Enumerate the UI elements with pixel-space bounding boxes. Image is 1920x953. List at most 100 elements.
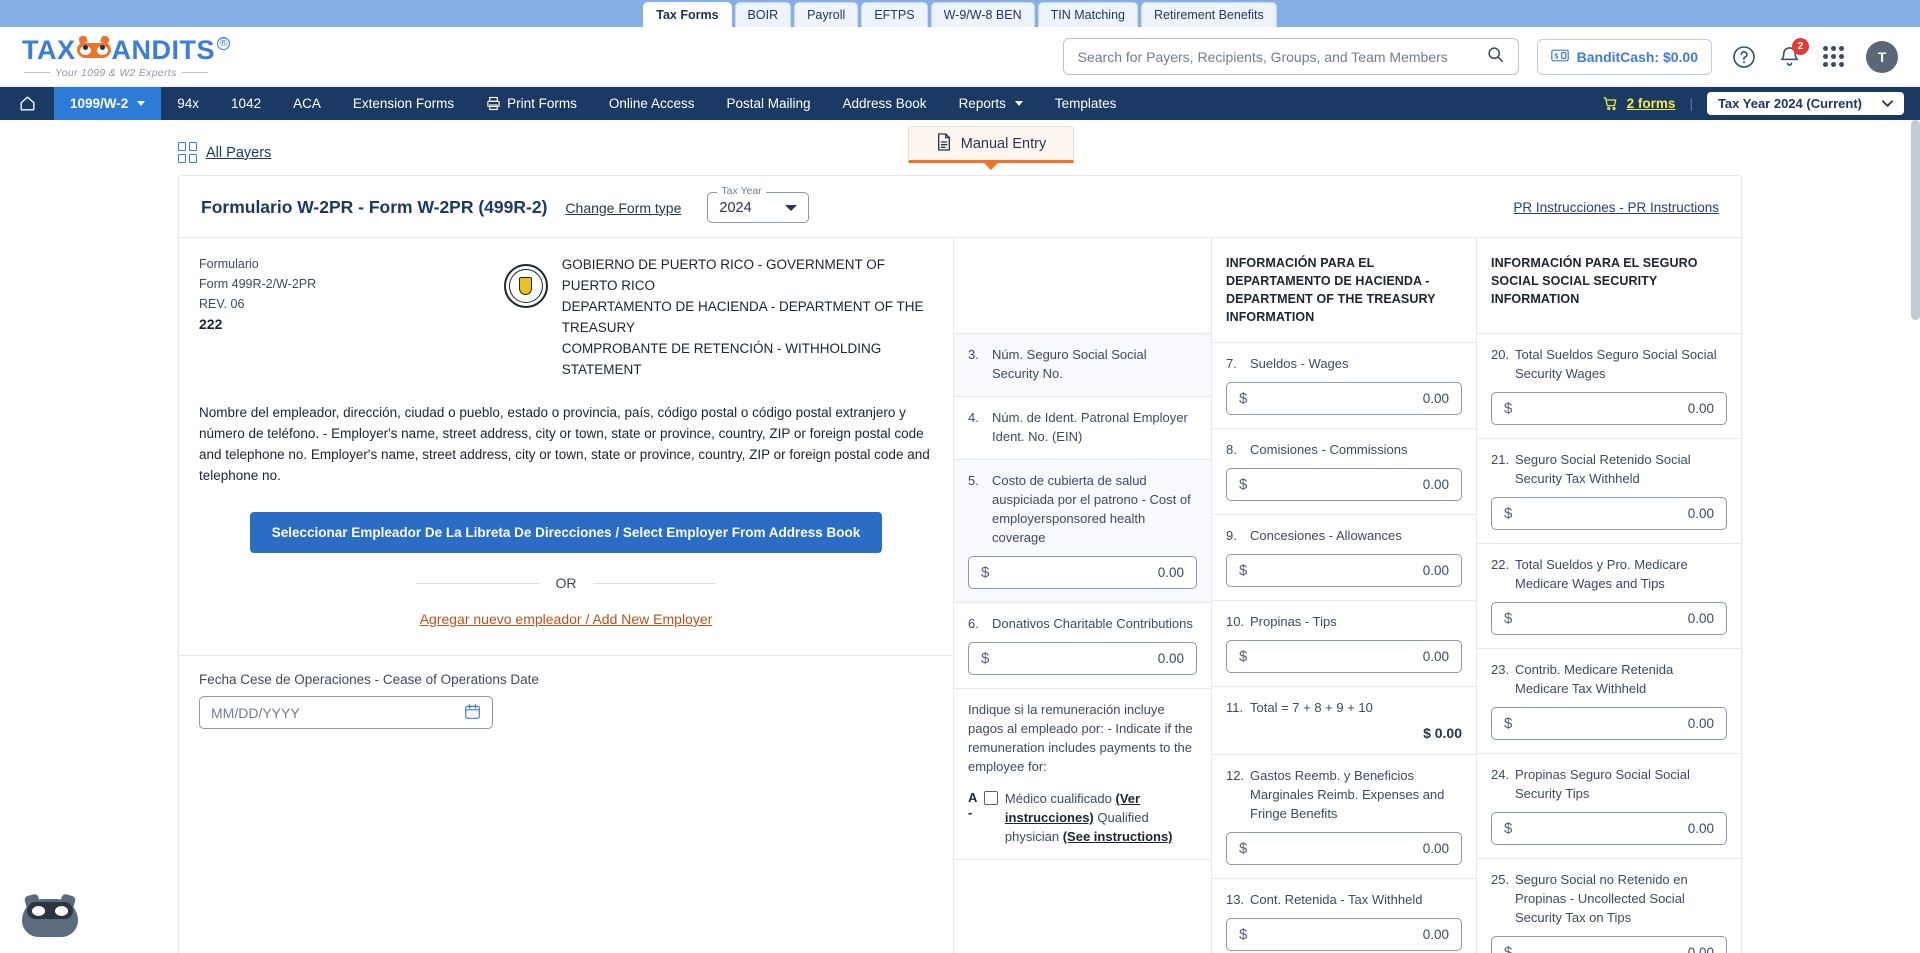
search-input[interactable] — [1077, 48, 1487, 65]
cart-icon[interactable] — [1602, 95, 1619, 112]
field-number: 11. — [1226, 700, 1244, 715]
tab-manual-entry[interactable]: Manual Entry — [908, 126, 1074, 163]
field-label: Núm. Seguro Social Social Security No. — [992, 347, 1147, 381]
product-tab-payroll[interactable]: Payroll — [794, 2, 859, 27]
money-input-21[interactable]: $0.00 — [1491, 497, 1727, 530]
field-label: Propinas - Tips — [1250, 614, 1337, 629]
banditcash-button[interactable]: $ BanditCash: $0.00 — [1536, 38, 1712, 75]
field-label-row: 23. Contrib. Medicare Retenida Medicare T… — [1491, 660, 1727, 698]
tax-year-select[interactable]: Tax Year 2024 (Current) — [1706, 92, 1904, 115]
page-scrollbar[interactable] — [1911, 120, 1920, 320]
tax-year-select-label: Tax Year 2024 (Current) — [1717, 96, 1862, 111]
select-employer-button[interactable]: Seleccionar Empleador De La Libreta De D… — [249, 512, 883, 553]
logo[interactable]: TAX ANDITS ® Your 1099 & W2 Experts — [22, 35, 230, 79]
nav-item-address-book[interactable]: Address Book — [827, 87, 943, 120]
field-cell-8: 8. Comisiones - Commissions $0.00 — [1212, 429, 1476, 515]
dollar-sign-icon: $ — [1504, 400, 1513, 417]
field-label-row: 12. Gastos Reemb. y Beneficios Marginales… — [1226, 766, 1462, 823]
field-number: 20. — [1491, 347, 1510, 362]
nav-item-94x[interactable]: 94x — [161, 87, 215, 120]
money-input-9[interactable]: $0.00 — [1226, 554, 1462, 587]
field-label: Contrib. Medicare Retenida Medicare Tax … — [1515, 662, 1674, 696]
money-input-8[interactable]: $0.00 — [1226, 468, 1462, 501]
field-cell-7: 7. Sueldos - Wages $0.00 — [1212, 343, 1476, 429]
form-body: Formulario Form 499R-2/W-2PR REV. 06 222… — [179, 237, 1741, 953]
cease-date-input[interactable]: MM/DD/YYYY — [199, 696, 493, 729]
logo-tagline-row: Your 1099 & W2 Experts — [24, 67, 230, 79]
product-tab-retirement-benefits[interactable]: Retirement Benefits — [1140, 2, 1277, 27]
nav-item-label: Templates — [1054, 96, 1117, 111]
product-tab-eftps[interactable]: EFTPS — [861, 2, 928, 27]
product-tab-strip: Tax Forms BOIR Payroll EFTPS W-9/W-8 BEN TIN … — [0, 0, 1920, 27]
dollar-sign-icon: $ — [1239, 840, 1248, 857]
product-tab-tax-forms[interactable]: Tax Forms — [643, 2, 732, 27]
bandit-mascot-icon[interactable] — [22, 893, 78, 937]
nav-item-online-access[interactable]: Online Access — [593, 87, 711, 120]
nav-item-1042[interactable]: 1042 — [215, 87, 277, 120]
money-input-12[interactable]: $0.00 — [1226, 832, 1462, 865]
dollar-sign-icon: $ — [981, 564, 990, 581]
nav-item-postal-mailing[interactable]: Postal Mailing — [710, 87, 826, 120]
nav-item-extension-forms[interactable]: Extension Forms — [337, 87, 470, 120]
breadcrumb[interactable]: All Payers — [178, 142, 271, 163]
apps-button[interactable] — [1823, 46, 1844, 67]
money-input-10[interactable]: $0.00 — [1226, 640, 1462, 673]
field-number: 12. — [1226, 768, 1245, 783]
field-cell-25: 25. Seguro Social no Retenido en Propinas… — [1477, 859, 1741, 953]
nav-item-templates[interactable]: Templates — [1039, 87, 1133, 120]
forms-count-link[interactable]: 2 forms — [1627, 96, 1676, 111]
money-input-13[interactable]: $0.00 — [1226, 918, 1462, 951]
field-label: Donativos Charitable Contributions — [992, 616, 1193, 631]
change-form-type-link[interactable]: Change Form type — [565, 200, 681, 216]
field-cell-12: 12. Gastos Reemb. y Beneficios Marginales… — [1212, 755, 1476, 879]
field-label-row: 22. Total Sueldos y Pro. Medicare Medicar… — [1491, 555, 1727, 593]
nav-item-label: 94x — [177, 96, 200, 111]
cease-operations-section: Fecha Cese de Operaciones - Cease of Ope… — [179, 656, 953, 729]
help-button[interactable] — [1732, 45, 1756, 69]
employer-block: Nombre del empleador, dirección, ciudad … — [179, 394, 953, 627]
product-tab-tin-matching[interactable]: TIN Matching — [1037, 2, 1138, 27]
product-tab-boir[interactable]: BOIR — [734, 2, 792, 27]
column2-header-spacer — [954, 238, 1211, 334]
nav-item-aca[interactable]: ACA — [277, 87, 337, 120]
home-button[interactable] — [0, 87, 54, 120]
search-icon[interactable] — [1487, 46, 1504, 68]
pr-instructions-link[interactable]: PR Instrucciones - PR Instructions — [1513, 200, 1719, 215]
nav-item-print-forms[interactable]: Print Forms — [470, 87, 593, 120]
field-number: 3. — [968, 347, 979, 362]
nav-item-reports[interactable]: Reports — [943, 87, 1039, 120]
dollar-sign-icon: $ — [1504, 610, 1513, 627]
money-input-24[interactable]: $0.00 — [1491, 812, 1727, 845]
checkbox-qualified-physician[interactable] — [983, 791, 998, 805]
field-number: 4. — [968, 410, 979, 425]
dollar-sign-icon: $ — [1504, 715, 1513, 732]
product-tab-w-9-w-8-ben[interactable]: W-9/W-8 BEN — [930, 2, 1035, 27]
field-cell-20: 20. Total Sueldos Seguro Social Social Se… — [1477, 334, 1741, 439]
field-cell-9: 9. Concesiones - Allowances $0.00 — [1212, 515, 1476, 601]
money-input-7[interactable]: $0.00 — [1226, 382, 1462, 415]
money-value: 0.00 — [1157, 651, 1184, 666]
money-input-20[interactable]: $0.00 — [1491, 392, 1727, 425]
money-input-22[interactable]: $0.00 — [1491, 602, 1727, 635]
money-input-5[interactable]: $0.00 — [968, 556, 1197, 589]
avatar[interactable]: T — [1866, 40, 1898, 73]
see-instructions-link[interactable]: (See instructions) — [1063, 829, 1173, 844]
nav-item-label: ACA — [293, 96, 321, 111]
remuneration-note: Indique si la remuneración incluye pagos… — [968, 702, 1193, 774]
notifications-button[interactable]: 2 — [1778, 38, 1809, 68]
money-input-23[interactable]: $0.00 — [1491, 707, 1727, 740]
form-meta-line4: 222 — [199, 316, 223, 332]
add-new-employer-link[interactable]: Agregar nuevo empleador / Add New Employ… — [199, 611, 933, 627]
search-bar[interactable] — [1062, 38, 1519, 75]
money-input-6[interactable]: $0.00 — [968, 642, 1197, 675]
tax-year-field[interactable]: Tax Year 2024 — [707, 185, 810, 223]
field-label-row: 11. Total = 7 + 8 + 9 + 10 — [1226, 698, 1462, 717]
calendar-icon[interactable] — [464, 703, 481, 723]
field-label: Gastos Reemb. y Beneficios Marginales Re… — [1250, 768, 1445, 821]
field-label: Concesiones - Allowances — [1250, 528, 1402, 543]
money-input-25[interactable]: $0.00 — [1491, 936, 1727, 953]
nav-item-1099-w-2[interactable]: 1099/W-2 — [54, 87, 162, 120]
checkbox-a-text-es: Médico cualificado — [1004, 791, 1112, 806]
field-cell-21: 21. Seguro Social Retenido Social Securit… — [1477, 439, 1741, 544]
all-payers-link[interactable]: All Payers — [206, 145, 271, 161]
